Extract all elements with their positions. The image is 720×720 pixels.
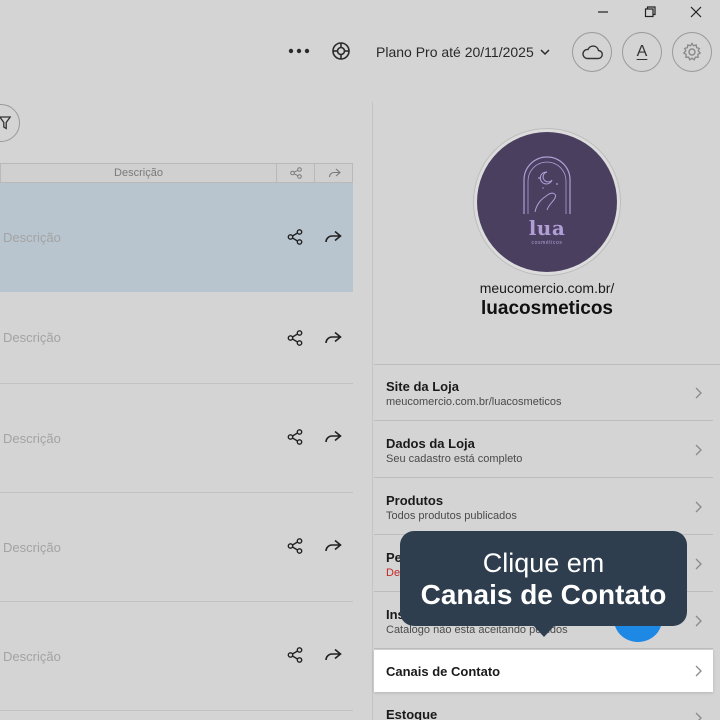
plan-label: Plano Pro até 20/11/2025 — [376, 44, 534, 60]
forward-row-button[interactable] — [322, 226, 344, 248]
chevron-right-icon — [693, 500, 703, 514]
column-header-description[interactable]: Descrição — [1, 164, 277, 182]
plan-dropdown[interactable]: Plano Pro até 20/11/2025 — [376, 38, 550, 66]
table-row[interactable]: Descrição — [0, 292, 353, 384]
restore-button[interactable] — [627, 0, 673, 24]
share-row-button[interactable] — [284, 226, 306, 248]
forward-icon — [325, 539, 342, 552]
tooltip-line2: Canais de Contato — [420, 579, 667, 610]
filter-button[interactable] — [0, 104, 20, 142]
menu-item-title: Dados da Loja — [386, 436, 475, 451]
share-icon — [287, 538, 303, 554]
share-icon — [287, 330, 303, 346]
table-row[interactable]: Descrição — [0, 183, 353, 292]
forward-row-button[interactable] — [322, 426, 344, 448]
logo-text: lua — [528, 216, 566, 240]
forward-icon — [325, 430, 342, 443]
column-header-forward — [315, 164, 353, 182]
table-row[interactable]: Descrição — [0, 493, 353, 602]
store-logo[interactable]: lua cosméticos — [477, 132, 617, 272]
menu-item-title: Produtos — [386, 493, 444, 508]
chevron-right-icon — [693, 557, 703, 571]
font-settings-button[interactable]: A — [622, 32, 662, 72]
table-row[interactable]: Descrição — [0, 384, 353, 493]
tooltip-arrow — [532, 624, 556, 637]
menu-item-subtitle: Seu cadastro está completo — [386, 453, 523, 465]
menu-item-site-da-loja[interactable]: Site da Loja meucomercio.com.br/luacosme… — [374, 365, 713, 421]
forward-icon — [325, 331, 342, 344]
share-icon — [287, 647, 303, 663]
panel-divider — [372, 102, 373, 720]
chevron-right-icon — [693, 711, 703, 720]
share-icon — [287, 429, 303, 445]
menu-item-estoque[interactable]: Estoque — [374, 699, 713, 720]
forward-icon — [325, 648, 342, 661]
row-description: Descrição — [3, 230, 61, 245]
restore-icon — [644, 6, 656, 18]
more-options-button[interactable] — [286, 38, 312, 64]
cloud-icon — [582, 44, 603, 59]
menu-item-title: Canais de Contato — [386, 664, 501, 679]
filter-icon — [0, 116, 11, 130]
share-icon — [289, 167, 302, 179]
share-icon — [287, 229, 303, 245]
menu-item-canais-de-contato[interactable]: Canais de Contato — [374, 650, 713, 692]
close-icon — [690, 6, 702, 18]
more-horizontal-icon — [288, 48, 310, 54]
row-description: Descrição — [3, 649, 61, 664]
chevron-right-icon — [693, 443, 703, 457]
logo-subtext: cosméticos — [531, 240, 563, 246]
row-description: Descrição — [3, 330, 61, 345]
chevron-down-icon — [540, 48, 550, 55]
cloud-sync-button[interactable] — [572, 32, 612, 72]
chevron-right-icon — [693, 386, 703, 400]
share-row-button[interactable] — [284, 535, 306, 557]
store-url: meucomercio.com.br/ — [479, 280, 615, 296]
forward-row-button[interactable] — [322, 644, 344, 666]
minimize-icon — [598, 11, 608, 13]
chevron-right-icon — [693, 664, 703, 678]
forward-icon — [328, 168, 341, 177]
lifebuoy-icon — [332, 42, 350, 60]
share-row-button[interactable] — [284, 644, 306, 666]
tooltip-line1: Clique em — [482, 548, 605, 578]
chevron-right-icon — [693, 614, 703, 628]
forward-row-button[interactable] — [322, 535, 344, 557]
menu-item-subtitle: meucomercio.com.br/luacosmeticos — [386, 396, 562, 408]
menu-item-subtitle: Todos produtos publicados — [386, 510, 517, 522]
help-button[interactable] — [328, 38, 354, 64]
store-name: luacosmeticos — [481, 298, 613, 319]
menu-item-title: Estoque — [386, 707, 438, 720]
settings-button[interactable] — [672, 32, 712, 72]
share-row-button[interactable] — [284, 426, 306, 448]
forward-row-button[interactable] — [322, 327, 344, 349]
column-header-share — [277, 164, 315, 182]
menu-item-produtos[interactable]: Produtos Todos produtos publicados — [374, 479, 713, 535]
menu-item-dados-da-loja[interactable]: Dados da Loja Seu cadastro está completo — [374, 422, 713, 478]
gear-icon — [682, 42, 702, 61]
menu-item-title: Site da Loja — [386, 379, 459, 394]
font-label: A — [636, 43, 648, 60]
minimize-button[interactable] — [580, 0, 626, 24]
share-row-button[interactable] — [284, 327, 306, 349]
row-description: Descrição — [3, 540, 61, 555]
table-header: Descrição — [0, 163, 353, 183]
row-description: Descrição — [3, 431, 61, 446]
tutorial-tooltip: Clique em Canais de Contato — [400, 531, 687, 626]
menu-item-subtitle: De — [386, 567, 401, 579]
close-button[interactable] — [673, 0, 719, 24]
moon-hand-icon — [523, 156, 571, 214]
forward-icon — [325, 230, 342, 243]
table-row[interactable]: Descrição — [0, 602, 353, 711]
